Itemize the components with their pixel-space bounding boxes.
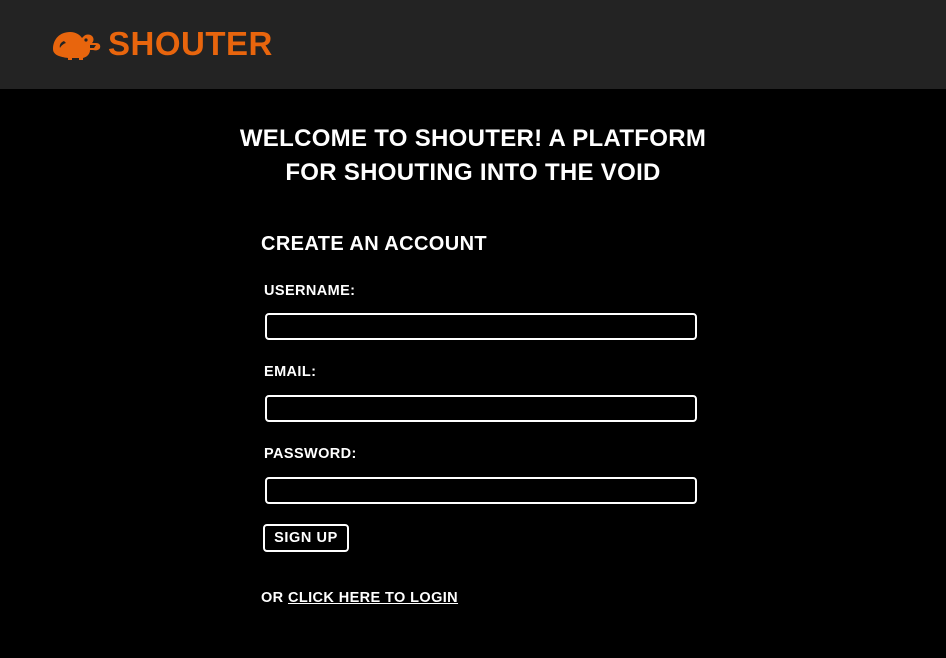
- email-field[interactable]: [265, 395, 697, 422]
- brand-name: SHOUTER: [108, 25, 273, 62]
- shouting-creature-icon: [53, 32, 101, 60]
- welcome-line-1: WELCOME TO SHOUTER! A PLATFORM: [239, 125, 707, 152]
- username-field[interactable]: [265, 313, 697, 340]
- top-header: SHOUTER: [0, 0, 946, 89]
- password-field[interactable]: [265, 477, 697, 504]
- create-account-title: CREATE AN ACCOUNT: [261, 233, 488, 255]
- username-label: USERNAME:: [264, 283, 356, 299]
- brand-logo[interactable]: SHOUTER: [50, 26, 273, 62]
- login-prompt: OR CLICK HERE TO LOGIN: [261, 589, 458, 607]
- welcome-heading: WELCOME TO SHOUTER! A PLATFORM FOR SHOUT…: [0, 122, 946, 190]
- login-link[interactable]: CLICK HERE TO LOGIN: [288, 590, 458, 606]
- email-label: EMAIL:: [264, 364, 317, 380]
- welcome-line-2: FOR SHOUTING INTO THE VOID: [285, 159, 661, 186]
- login-prefix: OR: [261, 590, 288, 606]
- sign-up-button[interactable]: SIGN UP: [263, 524, 349, 552]
- password-label: PASSWORD:: [264, 446, 357, 462]
